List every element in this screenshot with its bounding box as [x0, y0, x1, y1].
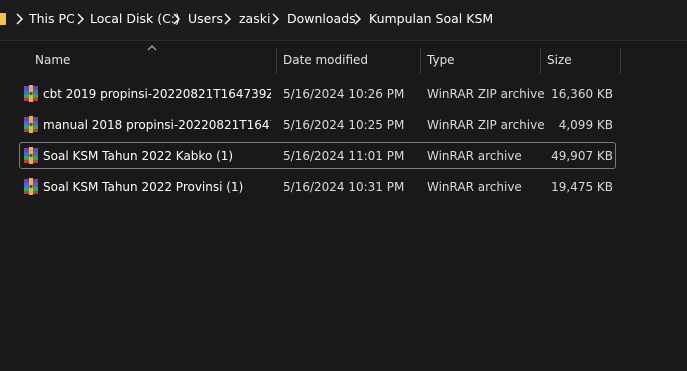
breadcrumb-this-pc[interactable]: This PC [29, 11, 75, 27]
file-date-modified: 5/16/2024 10:25 PM [283, 118, 405, 132]
chevron-right-icon[interactable] [75, 12, 85, 26]
file-size: 19,475 KB [551, 180, 613, 194]
winrar-archive-icon [24, 178, 38, 195]
file-name: Soal KSM Tahun 2022 Provinsi (1) [43, 180, 244, 194]
file-type: WinRAR archive [427, 149, 522, 163]
breadcrumb-users[interactable]: Users [188, 11, 223, 27]
file-row-focused[interactable]: Soal KSM Tahun 2022 Kabko (1) 5/16/2024 … [19, 142, 616, 169]
column-divider[interactable] [420, 48, 421, 74]
winrar-archive-icon [24, 147, 38, 164]
file-row[interactable]: manual 2018 propinsi-20220821T164756Z...… [19, 111, 616, 138]
file-type: WinRAR ZIP archive [427, 87, 545, 101]
file-date-modified: 5/16/2024 11:01 PM [283, 149, 405, 163]
breadcrumb-zaski[interactable]: zaski [239, 11, 270, 27]
chevron-right-icon[interactable] [222, 12, 232, 26]
folder-icon [0, 13, 6, 25]
chevron-right-icon[interactable] [171, 12, 181, 26]
file-type: WinRAR ZIP archive [427, 118, 545, 132]
column-header-name[interactable]: Name [35, 53, 70, 67]
column-header-date-modified[interactable]: Date modified [283, 53, 368, 67]
chevron-right-icon[interactable] [352, 12, 362, 26]
winrar-zip-icon [24, 116, 38, 133]
file-size: 49,907 KB [551, 149, 613, 163]
column-header-type[interactable]: Type [427, 53, 455, 67]
file-size: 4,099 KB [558, 118, 613, 132]
column-header-row: Name Date modified Type Size [0, 41, 687, 75]
breadcrumb-downloads[interactable]: Downloads [287, 11, 356, 27]
column-divider[interactable] [540, 48, 541, 74]
file-row[interactable]: Soal KSM Tahun 2022 Provinsi (1) 5/16/20… [19, 173, 616, 200]
breadcrumb-local-disk[interactable]: Local Disk (C:) [90, 11, 180, 27]
file-date-modified: 5/16/2024 10:31 PM [283, 180, 405, 194]
file-explorer-window: This PC Local Disk (C:) Users zaski Down… [0, 0, 687, 371]
breadcrumb[interactable]: This PC Local Disk (C:) Users zaski Down… [0, 0, 687, 41]
file-date-modified: 5/16/2024 10:26 PM [283, 87, 405, 101]
column-divider[interactable] [276, 48, 277, 74]
column-header-size[interactable]: Size [547, 53, 572, 67]
winrar-zip-icon [24, 85, 38, 102]
file-type: WinRAR archive [427, 180, 522, 194]
file-name: Soal KSM Tahun 2022 Kabko (1) [43, 149, 234, 163]
sort-ascending-icon [147, 45, 157, 51]
chevron-right-icon[interactable] [270, 12, 280, 26]
file-size: 16,360 KB [551, 87, 613, 101]
chevron-right-icon[interactable] [14, 12, 24, 26]
file-name: manual 2018 propinsi-20220821T164756Z... [43, 118, 271, 132]
file-row[interactable]: cbt 2019 propinsi-20220821T164739Z-001 5… [19, 80, 616, 107]
breadcrumb-current-folder[interactable]: Kumpulan Soal KSM [369, 11, 493, 27]
column-divider[interactable] [620, 48, 621, 74]
file-name: cbt 2019 propinsi-20220821T164739Z-001 [43, 87, 271, 101]
